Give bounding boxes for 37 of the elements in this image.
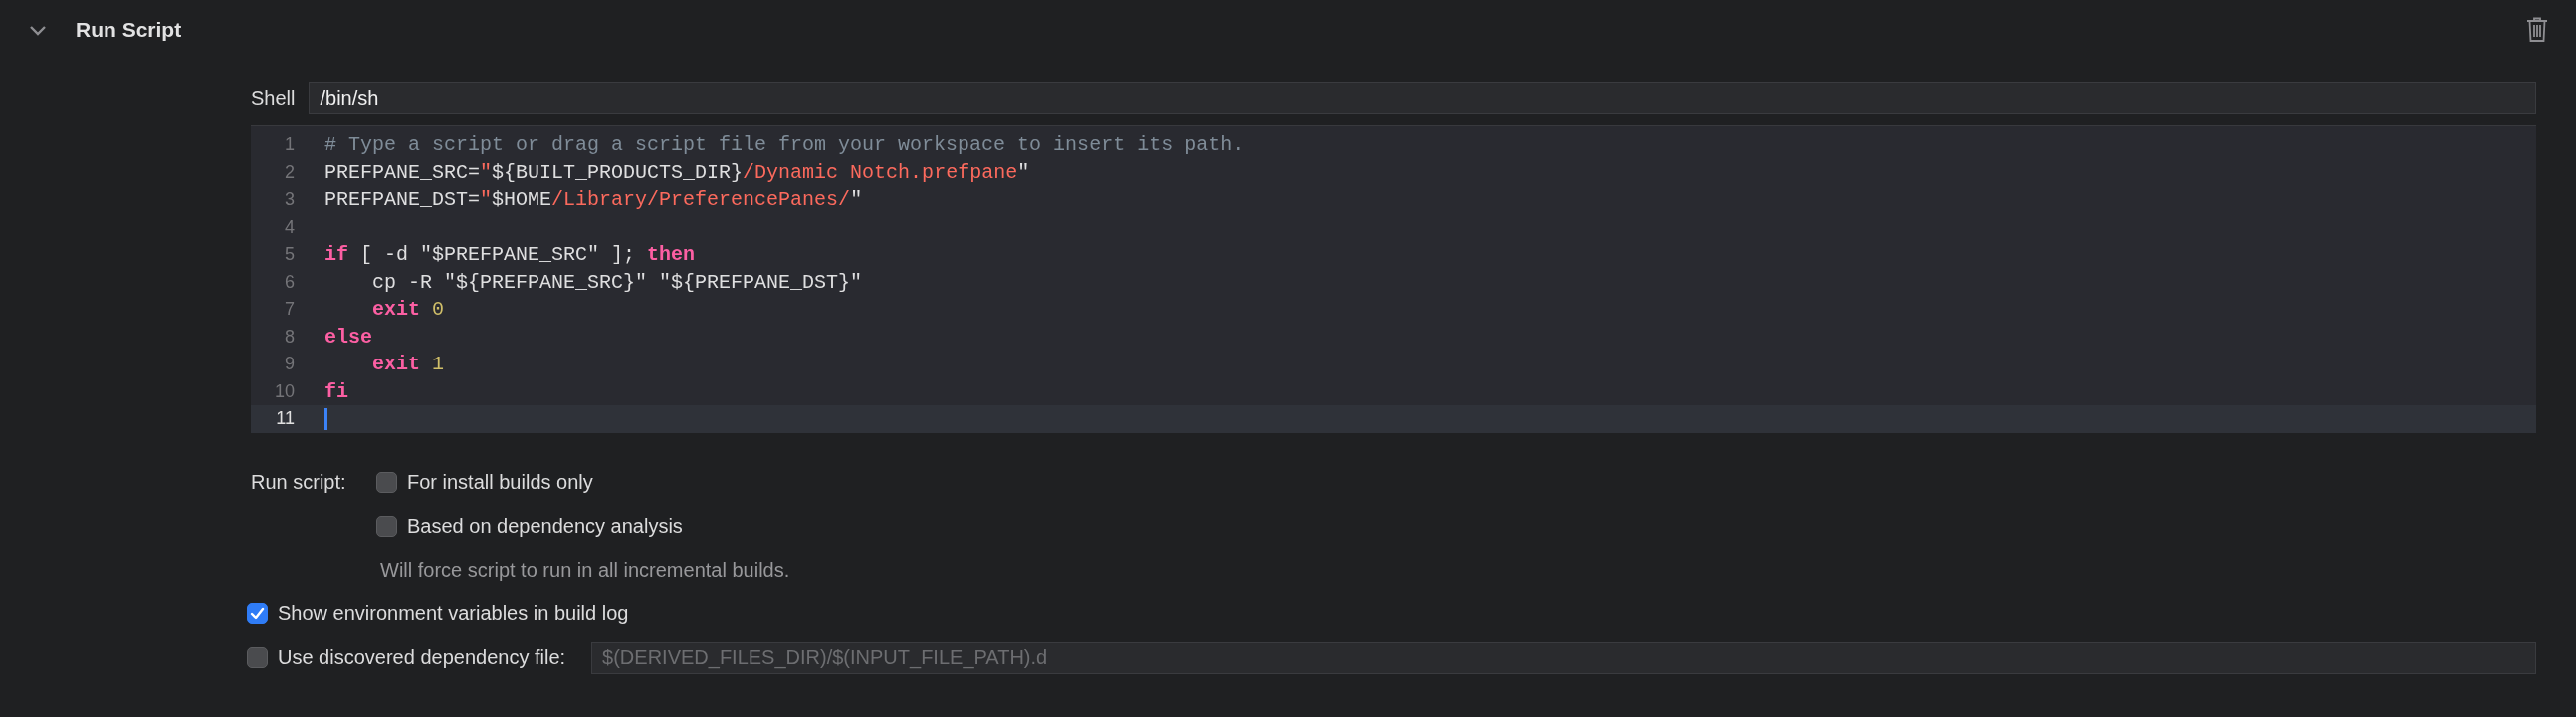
trash-icon[interactable] <box>2526 17 2548 43</box>
checkbox[interactable] <box>376 516 397 537</box>
checkbox[interactable] <box>247 603 268 624</box>
text-cursor <box>324 407 327 430</box>
shell-field[interactable]: /bin/sh <box>309 82 2536 114</box>
code-line: if [ -d "$PREFPANE_SRC" ]; then <box>324 243 696 267</box>
line-number: 2 <box>284 161 295 183</box>
code-line: # Type a script or drag a script file from your workspace to insert its path. <box>324 133 1245 157</box>
code-line: PREFPANE_DST="$HOME/Library/PreferencePanes/" <box>324 188 863 212</box>
code-line: fi <box>324 379 348 403</box>
dependency-file-field[interactable]: $(DERIVED_FILES_DIR)/$(INPUT_FILE_PATH).d <box>591 641 2536 674</box>
checkbox-label[interactable]: Use discovered dependency file: <box>278 646 566 669</box>
checkbox[interactable] <box>376 472 397 493</box>
line-number: 1 <box>284 134 295 156</box>
line-number: 6 <box>284 271 295 293</box>
code-line: exit 1 <box>371 353 445 376</box>
code-line: PREFPANE_SRC="${BUILT_PRODUCTS_DIR}/Dynamic Notch.prefpane" <box>324 160 1030 184</box>
checkbox-label[interactable]: Based on dependency analysis <box>407 515 683 538</box>
code-line: cp -R "${PREFPANE_SRC}" "${PREFPANE_DST}" <box>371 270 863 294</box>
line-number: 4 <box>284 216 295 238</box>
code-line: exit 0 <box>371 298 445 322</box>
line-number: 11 <box>275 408 295 430</box>
line-number: 10 <box>273 380 295 402</box>
shell-label: Shell <box>251 86 296 110</box>
script-editor[interactable] <box>251 125 2536 433</box>
line-number: 8 <box>284 326 295 348</box>
line-number: 3 <box>284 189 295 211</box>
code-line: else <box>324 325 372 349</box>
line-number: 7 <box>284 299 295 321</box>
checkbox-label[interactable]: For install builds only <box>407 471 593 494</box>
hint-text: Will force script to run in all incremental builds. <box>379 558 791 583</box>
run-script-label: Run script: <box>251 471 346 493</box>
line-number: 9 <box>284 354 295 375</box>
line-number: 5 <box>284 244 295 266</box>
checkbox-label[interactable]: Show environment variables in build log <box>278 602 629 625</box>
checkbox[interactable] <box>247 647 268 668</box>
section-title: Run Script <box>76 18 182 42</box>
